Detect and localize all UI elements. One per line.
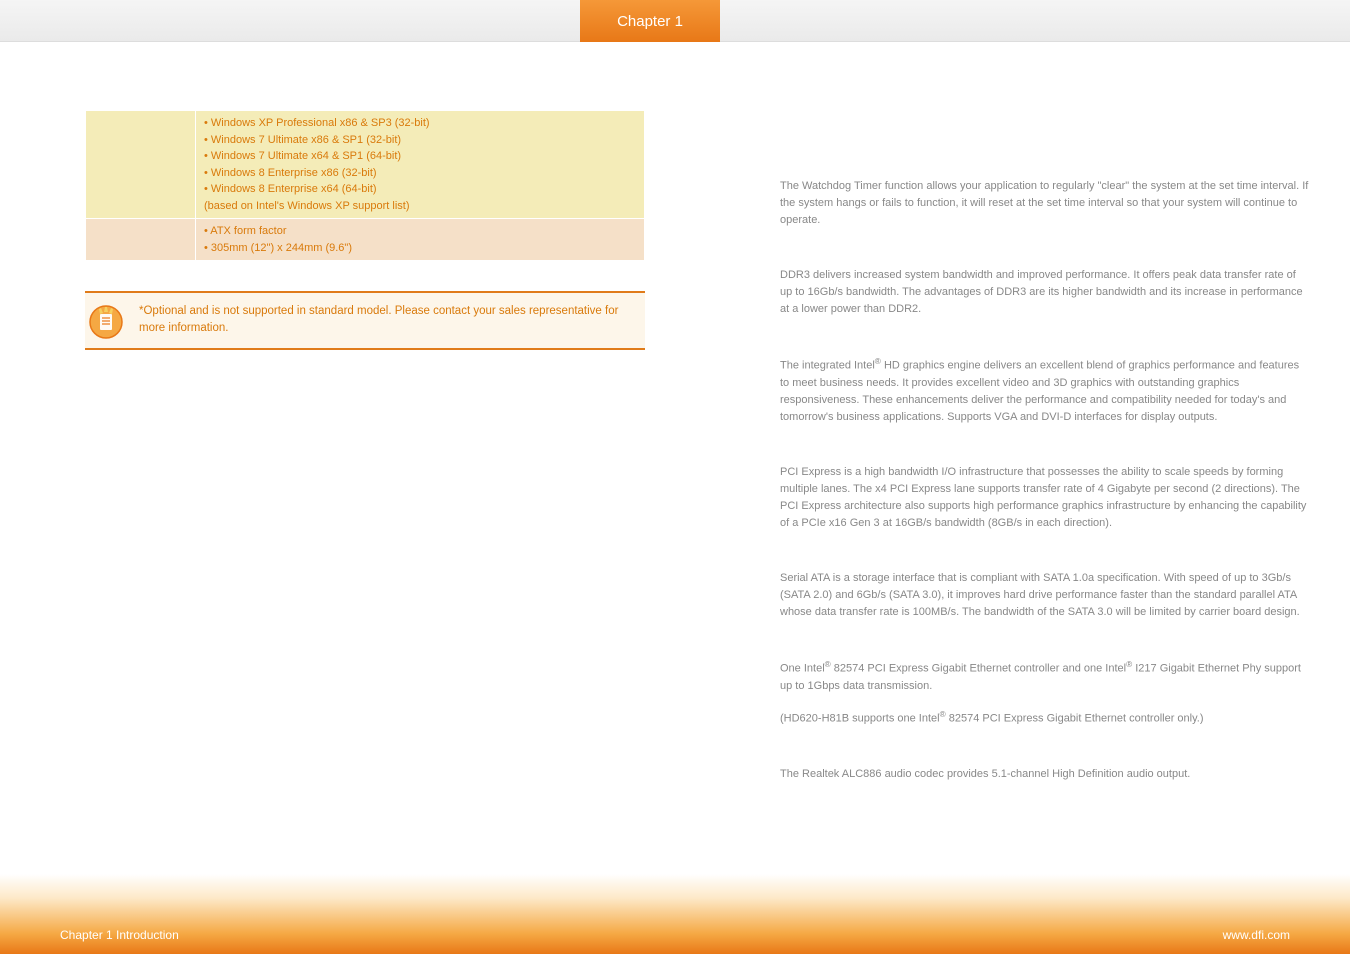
- os-line-4: • Windows 8 Enterprise x86 (32-bit): [204, 165, 636, 182]
- left-column: • Windows XP Professional x86 & SP3 (32-…: [85, 110, 645, 350]
- form-line-2: • 305mm (12") x 244mm (9.6"): [204, 240, 636, 257]
- feature-sata: Serial ATA is a storage interface that i…: [780, 570, 1310, 621]
- spec-value-os: • Windows XP Professional x86 & SP3 (32-…: [196, 111, 645, 219]
- feature-pcie: PCI Express is a high bandwidth I/O infr…: [780, 464, 1310, 532]
- footer-right: www.dfi.com: [1223, 928, 1290, 942]
- os-line-1: • Windows XP Professional x86 & SP3 (32-…: [204, 115, 636, 132]
- footer-left: Chapter 1 Introduction: [60, 928, 179, 942]
- feature-audio: The Realtek ALC886 audio codec provides …: [780, 766, 1310, 783]
- os-line-3: • Windows 7 Ultimate x64 & SP1 (64-bit): [204, 148, 636, 165]
- os-line-2: • Windows 7 Ultimate x86 & SP1 (32-bit): [204, 132, 636, 149]
- lan-note-b: 82574 PCI Express Gigabit Ethernet contr…: [946, 713, 1204, 725]
- note-box: *Optional and is not supported in standa…: [85, 291, 645, 350]
- note-text: *Optional and is not supported in standa…: [139, 305, 618, 334]
- header-bar: Chapter 1: [0, 0, 1350, 42]
- note-icon: [85, 301, 127, 343]
- lan-note: (HD620-H81B supports one Intel® 82574 PC…: [780, 709, 1310, 728]
- os-line-5: • Windows 8 Enterprise x64 (64-bit): [204, 181, 636, 198]
- os-line-6: (based on Intel's Windows XP support lis…: [204, 198, 636, 215]
- footer: Chapter 1 Introduction www.dfi.com: [0, 874, 1350, 954]
- right-column: The Watchdog Timer function allows your …: [780, 178, 1310, 821]
- spec-label-os: [86, 111, 196, 219]
- spec-table: • Windows XP Professional x86 & SP3 (32-…: [85, 110, 645, 261]
- lan-text-b: 82574 PCI Express Gigabit Ethernet contr…: [831, 663, 1126, 675]
- spec-row-form-factor: • ATX form factor • 305mm (12") x 244mm …: [86, 219, 645, 261]
- chapter-tab: Chapter 1: [580, 0, 720, 42]
- spec-label-form: [86, 219, 196, 261]
- feature-ddr3: DDR3 delivers increased system bandwidth…: [780, 267, 1310, 318]
- lan-note-a: (HD620-H81B supports one Intel: [780, 713, 940, 725]
- feature-lan: One Intel® 82574 PCI Express Gigabit Eth…: [780, 659, 1310, 727]
- lan-text-a: One Intel: [780, 663, 825, 675]
- form-line-1: • ATX form factor: [204, 223, 636, 240]
- spec-row-os: • Windows XP Professional x86 & SP3 (32-…: [86, 111, 645, 219]
- spec-value-form: • ATX form factor • 305mm (12") x 244mm …: [196, 219, 645, 261]
- feature-watchdog: The Watchdog Timer function allows your …: [780, 178, 1310, 229]
- graphics-text-a: The integrated Intel: [780, 360, 875, 372]
- feature-graphics: The integrated Intel® HD graphics engine…: [780, 356, 1310, 426]
